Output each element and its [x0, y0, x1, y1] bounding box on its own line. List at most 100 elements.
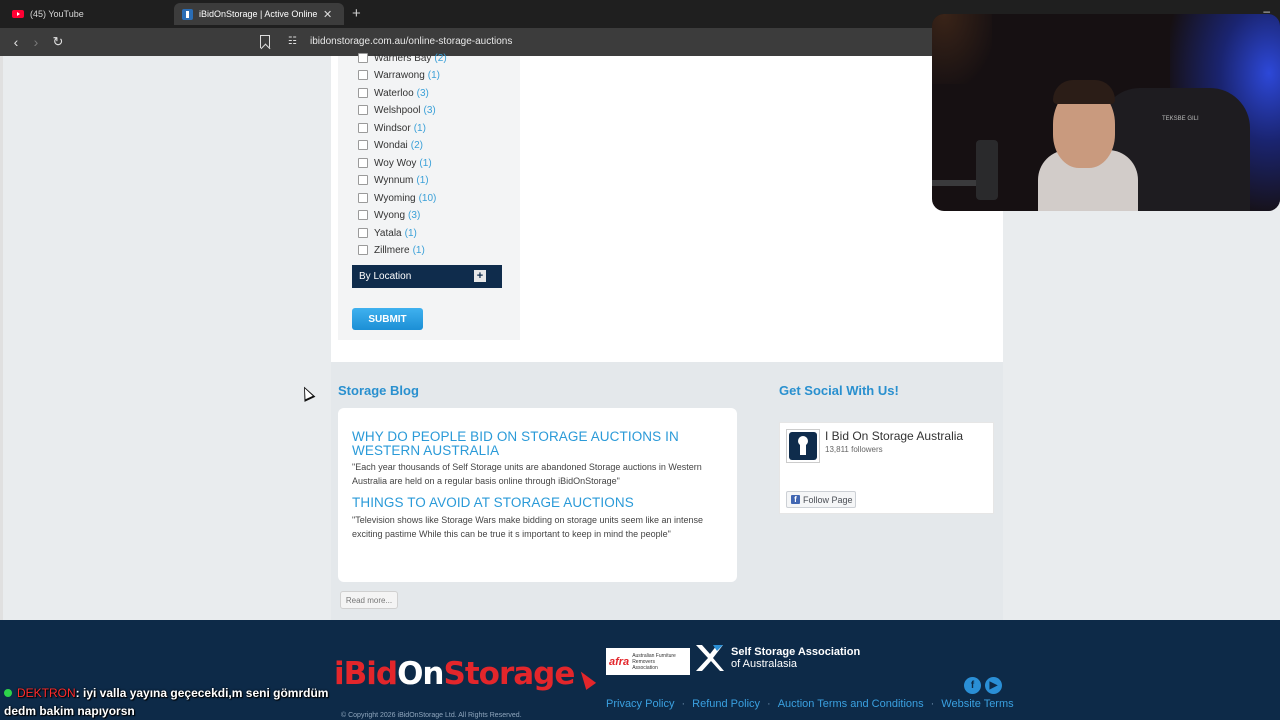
filter-count: (10): [418, 192, 437, 204]
auction-terms-link[interactable]: Auction Terms and Conditions: [778, 698, 924, 710]
checkbox[interactable]: [358, 123, 368, 133]
by-location-label: By Location: [359, 271, 412, 282]
filter-count: (3): [416, 87, 429, 99]
filter-count: (2): [410, 139, 423, 151]
read-more-button[interactable]: Read more...: [340, 591, 398, 609]
checkbox[interactable]: [358, 175, 368, 185]
facebook-page-avatar[interactable]: [786, 429, 820, 463]
filter-item[interactable]: Waterloo (3): [358, 86, 429, 100]
filter-item[interactable]: Woy Woy (1): [358, 156, 432, 170]
new-tab-plus-icon[interactable]: +: [352, 5, 361, 22]
filter-item[interactable]: Zillmere (1): [358, 243, 425, 257]
filter-item[interactable]: Yatala (1): [358, 226, 417, 240]
checkbox[interactable]: [358, 53, 368, 63]
refund-policy-link[interactable]: Refund Policy: [692, 698, 760, 710]
link-separator: ·: [767, 698, 771, 710]
filter-label: Waterloo: [374, 87, 414, 99]
checkbox[interactable]: [358, 140, 368, 150]
website-terms-link[interactable]: Website Terms: [941, 698, 1013, 710]
tab-title: iBidOnStorage | Active Online St: [199, 9, 317, 19]
afra-logo[interactable]: afra Australian Furniture Removers Assoc…: [606, 648, 690, 675]
privacy-policy-link[interactable]: Privacy Policy: [606, 698, 674, 710]
forward-arrow-icon[interactable]: ›: [26, 32, 46, 52]
online-dot-icon: [4, 689, 12, 697]
facebook-page-name[interactable]: I Bid On Storage Australia: [825, 429, 963, 443]
blog-post-title-link[interactable]: WHY DO PEOPLE BID ON STORAGE AUCTIONS IN…: [352, 430, 722, 458]
filter-item[interactable]: Wyong (3): [358, 208, 420, 222]
filter-count: (3): [408, 209, 421, 221]
checkbox[interactable]: [358, 158, 368, 168]
filter-item[interactable]: Warners Bay (2): [358, 51, 447, 65]
filter-item[interactable]: Welshpool (3): [358, 103, 436, 117]
filter-item[interactable]: Warrawong (1): [358, 68, 440, 82]
by-location-toggle[interactable]: By Location +: [352, 265, 502, 288]
webcam-microphone: [976, 140, 998, 200]
filter-count: (2): [434, 52, 447, 64]
filter-count: (3): [423, 104, 436, 116]
blog-post-excerpt: "Each year thousands of Self Storage uni…: [352, 462, 702, 486]
logo-part: Storage: [443, 656, 576, 692]
checkbox[interactable]: [358, 105, 368, 115]
filter-item[interactable]: Wondai (2): [358, 138, 423, 152]
blog-heading: Storage Blog: [338, 383, 419, 398]
chair-brand-text: TEKSBE GILI: [1162, 116, 1199, 122]
youtube-icon[interactable]: ▶: [985, 677, 1002, 694]
filter-count: (1): [413, 122, 426, 134]
facebook-icon: f: [791, 495, 800, 504]
copyright-text: © Copyright 2026 iBidOnStorage Ltd. All …: [341, 712, 522, 719]
filter-count: (1): [412, 244, 425, 256]
tab-ibidonstorage[interactable]: iBidOnStorage | Active Online St ✕: [174, 3, 344, 25]
checkbox[interactable]: [358, 88, 368, 98]
checkbox[interactable]: [358, 228, 368, 238]
stream-chat-message: DEKTRON: iyi valla yayına geçecekdi,m se…: [4, 684, 328, 720]
filter-label: Warrawong: [374, 69, 425, 81]
address-bar[interactable]: ibidonstorage.com.au/online-storage-auct…: [310, 36, 512, 47]
reload-icon[interactable]: ↻: [48, 32, 68, 52]
close-icon[interactable]: ✕: [323, 8, 332, 21]
ssa-logo-text[interactable]: Self Storage Association of Australasia: [731, 646, 860, 670]
ssa-logo-icon: [696, 645, 724, 671]
follow-page-button[interactable]: f Follow Page: [786, 491, 856, 508]
chat-text: dedm bakim napıyorsn: [4, 704, 135, 718]
filter-label: Woy Woy: [374, 157, 417, 169]
filter-label: Wynnum: [374, 174, 414, 186]
filter-item[interactable]: Wynnum (1): [358, 173, 429, 187]
filter-label: Yatala: [374, 227, 402, 239]
tab-youtube[interactable]: (45) YouTube: [6, 3, 166, 25]
afra-mark: afra: [609, 655, 630, 668]
checkbox[interactable]: [358, 193, 368, 203]
chat-username: DEKTRON: [17, 686, 76, 700]
ssa-line1: Self Storage Association: [731, 646, 861, 658]
filter-label: Welshpool: [374, 104, 421, 116]
tab-title: (45) YouTube: [30, 9, 84, 19]
facebook-icon[interactable]: f: [964, 677, 981, 694]
logo-part: On: [397, 656, 444, 692]
filter-item[interactable]: Windsor (1): [358, 121, 426, 135]
footer-links: Privacy Policy · Refund Policy · Auction…: [606, 698, 1014, 710]
checkbox[interactable]: [358, 70, 368, 80]
keyhole-logo-icon: [789, 432, 817, 460]
filter-label: Wondai: [374, 139, 408, 151]
checkbox[interactable]: [358, 210, 368, 220]
checkbox[interactable]: [358, 245, 368, 255]
filter-count: (1): [404, 227, 417, 239]
link-separator: ·: [930, 698, 935, 710]
link-separator: ·: [681, 698, 686, 710]
filter-label: Wyong: [374, 209, 406, 221]
filter-item[interactable]: Wyoming (10): [358, 191, 436, 205]
submit-button[interactable]: SUBMIT: [352, 308, 423, 330]
filter-count: (1): [427, 69, 440, 81]
ssa-line2: of Australasia: [731, 658, 798, 670]
webcam-person-hair: [1053, 80, 1115, 104]
filter-count: (1): [419, 157, 432, 169]
facebook-followers-count: 13,811 followers: [825, 445, 883, 454]
back-arrow-icon[interactable]: ‹: [6, 32, 26, 52]
ibidonstorage-favicon-icon: [182, 8, 193, 20]
expand-plus-icon[interactable]: +: [474, 270, 486, 282]
ibidonstorage-logo[interactable]: iBidOnStorage: [334, 656, 576, 692]
filter-label: Zillmere: [374, 244, 410, 256]
bookmark-icon[interactable]: [260, 35, 270, 48]
blog-post-title-link[interactable]: THINGS TO AVOID AT STORAGE AUCTIONS: [352, 496, 722, 510]
filter-label: Wyoming: [374, 192, 416, 204]
site-info-icon[interactable]: ☷: [288, 36, 297, 47]
